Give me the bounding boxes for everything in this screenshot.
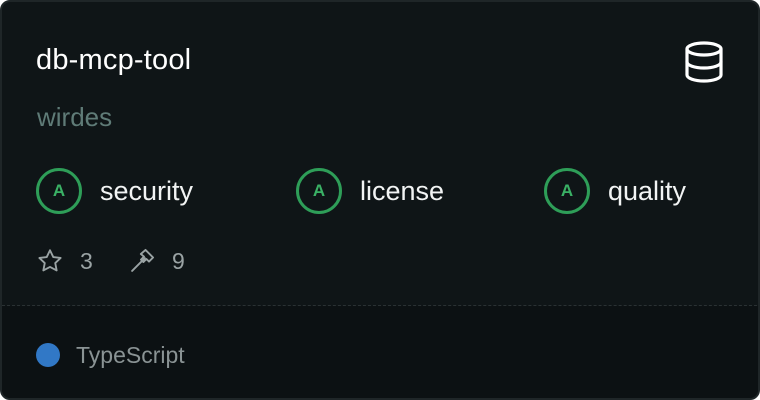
tools-count: 9: [172, 247, 185, 274]
quality-grade-label: quality: [608, 176, 687, 206]
tools-stat: 9: [128, 244, 185, 278]
server-owner[interactable]: wirdes: [37, 100, 112, 134]
quality-grade-badge: A: [544, 168, 590, 214]
language-indicator: TypeScript: [36, 338, 185, 372]
language-color-dot: [36, 343, 60, 367]
security-grade-badge: A: [36, 168, 82, 214]
license-grade: A license: [296, 168, 444, 214]
server-card[interactable]: db-mcp-tool wirdes A security A license …: [0, 0, 760, 400]
language-label: TypeScript: [76, 341, 185, 368]
stars-stat: 3: [36, 244, 93, 278]
license-grade-badge: A: [296, 168, 342, 214]
quality-grade: A quality: [544, 168, 686, 214]
stars-count: 3: [80, 247, 93, 274]
security-grade-label: security: [100, 176, 194, 206]
database-icon: [685, 41, 723, 83]
license-grade-label: license: [360, 176, 445, 206]
security-grade: A security: [36, 168, 193, 214]
star-icon: [38, 249, 62, 272]
hammer-icon: [131, 248, 155, 272]
server-title[interactable]: db-mcp-tool: [36, 40, 191, 80]
